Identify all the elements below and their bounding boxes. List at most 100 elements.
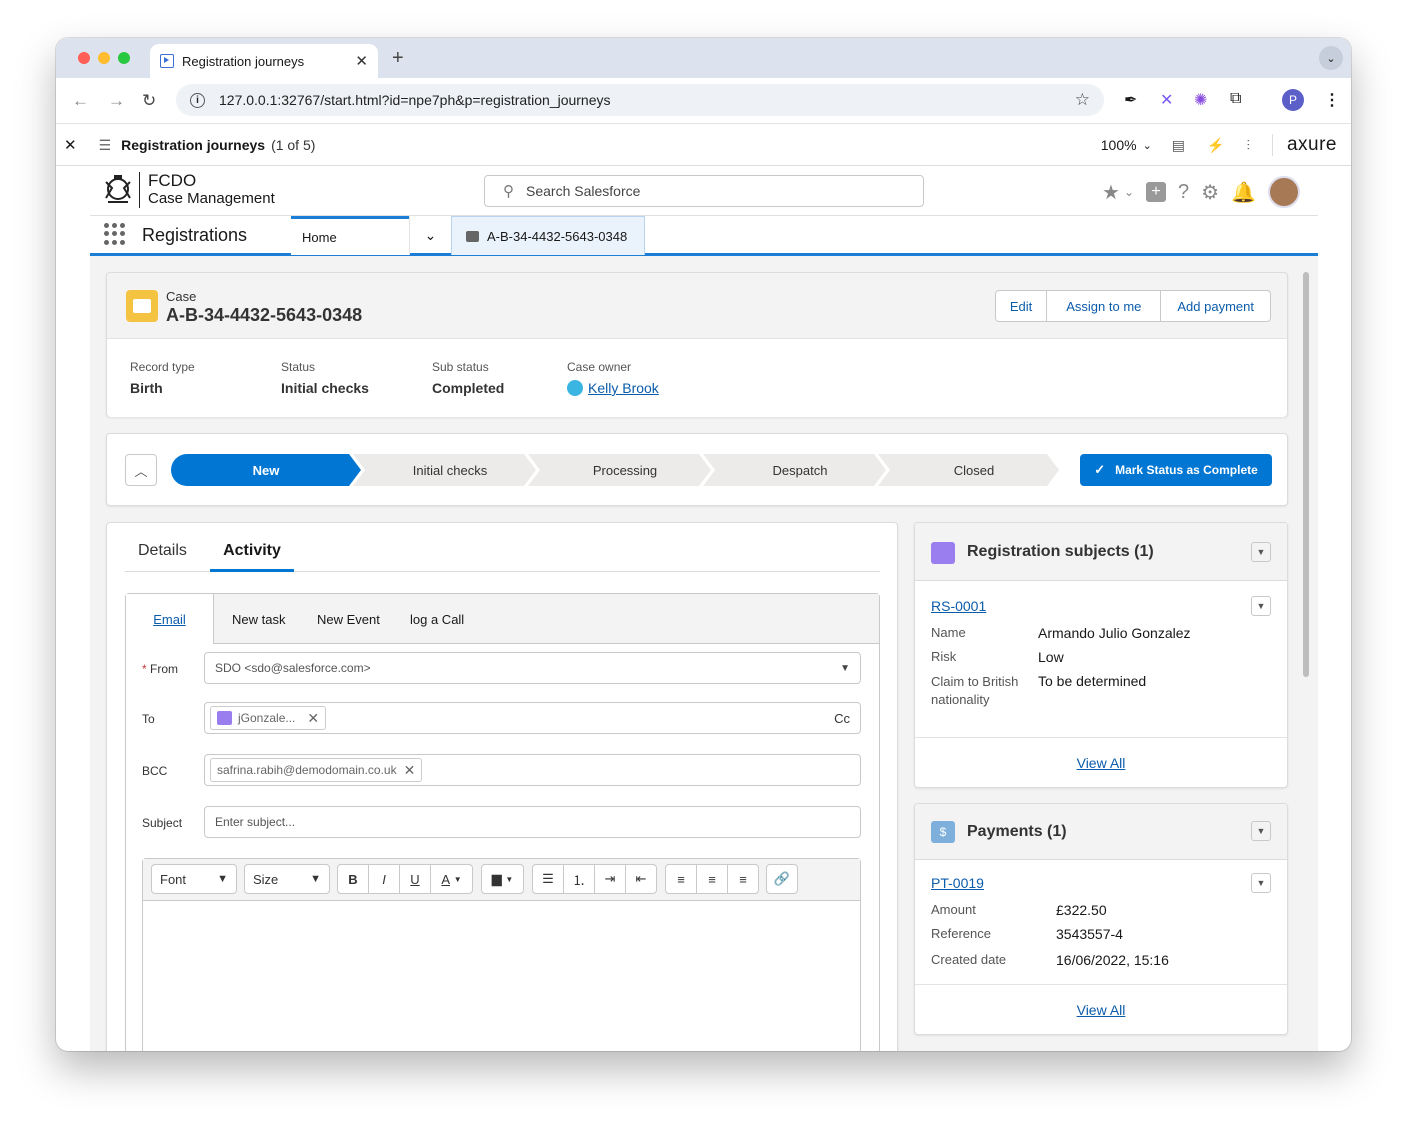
close-tab-icon[interactable]: ✕ (355, 52, 368, 70)
notifications-bell-icon[interactable]: 🔔 (1231, 180, 1256, 205)
from-select[interactable]: SDO <sdo@salesforce.com> ▼ (204, 652, 861, 684)
axure-page-title[interactable]: Registration journeys (121, 137, 265, 153)
indent-icon[interactable]: ⇥ (594, 864, 626, 894)
align-left-icon[interactable]: ≡ (665, 864, 697, 894)
subject-row-menu-icon[interactable]: ▼ (1251, 596, 1271, 616)
browser-menu-icon[interactable]: ⋮ (1324, 90, 1340, 110)
link-icon[interactable]: 🔗 (766, 864, 798, 894)
outdent-icon[interactable]: ⇤ (625, 864, 657, 894)
site-info-icon[interactable]: i (190, 92, 205, 108)
path-step-processing[interactable]: Processing (540, 454, 710, 486)
status-path: ︿ New Initial checks Processing Despatch… (106, 433, 1288, 506)
close-window-button[interactable] (78, 52, 90, 64)
help-icon[interactable]: ? (1178, 181, 1189, 204)
remove-recipient-icon[interactable]: ✕ (307, 710, 319, 727)
add-payment-button[interactable]: Add payment (1161, 290, 1271, 322)
cc-toggle[interactable]: Cc (834, 711, 850, 726)
global-search-input[interactable]: ⚲ Search Salesforce (484, 175, 924, 207)
subject-record-link[interactable]: RS-0001 (931, 598, 986, 614)
bookmark-star-icon[interactable]: ☆ (1075, 90, 1090, 110)
tab-search-chevron-icon[interactable]: ⌄ (1319, 46, 1343, 70)
remove-bcc-icon[interactable]: ✕ (404, 762, 416, 779)
setup-gear-icon[interactable]: ⚙ (1201, 180, 1219, 205)
app-launcher-icon[interactable] (104, 223, 126, 245)
settings-sliders-icon[interactable]: ⫶ (1246, 137, 1250, 154)
browser-tab[interactable]: Registration journeys ✕ (150, 44, 378, 78)
collapse-path-chevron-icon[interactable]: ︿ (125, 454, 157, 486)
align-right-icon[interactable]: ≡ (727, 864, 759, 894)
bcc-field[interactable]: safrina.rabih@demodomain.co.uk ✕ (204, 754, 861, 786)
tab-email[interactable]: Email (126, 594, 214, 644)
inspect-icon[interactable]: ⚡ (1207, 137, 1224, 154)
puzzle-color-extension-icon[interactable]: ✺ (1194, 90, 1207, 110)
field-sub-status: Sub status Completed (432, 360, 505, 396)
tab-log-a-call[interactable]: log a Call (410, 612, 464, 627)
close-player-icon[interactable]: ✕ (64, 136, 77, 154)
tab-details[interactable]: Details (138, 542, 187, 560)
minimize-window-button[interactable] (98, 52, 110, 64)
eyedropper-extension-icon[interactable]: ✒ (1124, 90, 1137, 110)
page-list-icon[interactable]: ☰ (99, 137, 112, 154)
bold-icon[interactable]: B (337, 864, 369, 894)
profile-avatar[interactable]: P (1282, 89, 1304, 111)
numbered-list-icon[interactable]: ⒈ (563, 864, 595, 894)
edit-button[interactable]: Edit (994, 290, 1048, 322)
path-step-closed[interactable]: Closed (890, 454, 1058, 486)
forward-arrow-icon[interactable]: → (108, 91, 125, 111)
reload-icon[interactable]: ↻ (142, 91, 156, 111)
favorites-chevron-icon[interactable]: ⌄ (1124, 185, 1134, 199)
underline-icon[interactable]: U (399, 864, 431, 894)
page-scrollbar[interactable] (1300, 272, 1312, 1051)
object-label: Case (166, 289, 197, 304)
x-extension-icon[interactable]: ✕ (1160, 90, 1173, 110)
bcc-recipient-pill[interactable]: safrina.rabih@demodomain.co.uk ✕ (210, 758, 423, 782)
size-select[interactable]: Size ▼ (244, 864, 330, 894)
payments-view-all[interactable]: View All (915, 984, 1287, 1034)
case-owner-link[interactable]: Kelly Brook (588, 380, 659, 396)
path-step-despatch[interactable]: Despatch (715, 454, 885, 486)
address-bar[interactable]: i 127.0.0.1:32767/start.html?id=npe7ph&p… (176, 84, 1104, 116)
assign-to-me-button[interactable]: Assign to me (1047, 290, 1162, 322)
zoom-window-button[interactable] (118, 52, 130, 64)
prototype-canvas: FCDO Case Management ⚲ Search Salesforce… (90, 166, 1318, 1051)
extensions-icon[interactable]: ⧉ (1230, 90, 1241, 108)
url-text: 127.0.0.1:32767/start.html?id=npe7ph&p=r… (219, 92, 611, 108)
mark-status-complete-button[interactable]: ✓ Mark Status as Complete (1080, 454, 1272, 486)
tab-new-task[interactable]: New task (232, 612, 285, 627)
text-color-icon[interactable]: A ▼ (430, 864, 473, 894)
align-center-icon[interactable]: ≡ (696, 864, 728, 894)
to-recipient-pill[interactable]: jGonzale... ✕ (210, 706, 327, 730)
path-step-new[interactable]: New (171, 454, 361, 486)
home-tab[interactable]: Home (291, 216, 409, 255)
tab-new-event[interactable]: New Event (317, 612, 380, 627)
global-actions-plus-icon[interactable]: + (1146, 182, 1167, 202)
record-tab[interactable]: A-B-34-4432-5643-0348 (451, 216, 645, 255)
email-body-editor[interactable] (143, 901, 860, 1051)
payment-row-menu-icon[interactable]: ▼ (1251, 873, 1271, 893)
to-field[interactable]: jGonzale... ✕ Cc (204, 702, 861, 734)
payments-menu-dropdown-icon[interactable]: ▼ (1251, 821, 1271, 841)
favorites-star-icon[interactable]: ★ (1102, 180, 1120, 205)
payments-title[interactable]: Payments (1) (967, 823, 1067, 841)
insert-image-icon[interactable]: ▆ ▼ (481, 864, 524, 894)
case-icon (126, 290, 158, 322)
subjects-menu-dropdown-icon[interactable]: ▼ (1251, 542, 1271, 562)
subjects-title[interactable]: Registration subjects (1) (967, 543, 1154, 561)
notes-icon[interactable]: ▤ (1172, 137, 1185, 154)
path-step-initial-checks[interactable]: Initial checks (365, 454, 535, 486)
axure-logo: axure (1271, 134, 1337, 156)
payment-record-link[interactable]: PT-0019 (931, 875, 984, 891)
italic-icon[interactable]: I (368, 864, 400, 894)
zoom-chevron-icon[interactable]: ⌄ (1143, 139, 1152, 152)
subject-input[interactable]: Enter subject... (204, 806, 861, 838)
zoom-level[interactable]: 100% (1101, 137, 1137, 153)
back-arrow-icon[interactable]: ← (72, 91, 89, 111)
new-tab-icon[interactable]: + (392, 47, 404, 70)
scrollbar-thumb[interactable] (1303, 272, 1309, 677)
nav-menu-chevron-icon[interactable]: ⌄ (409, 216, 451, 255)
font-select[interactable]: Font ▼ (151, 864, 237, 894)
user-avatar[interactable] (1268, 176, 1300, 208)
subjects-view-all[interactable]: View All (915, 737, 1287, 787)
tab-activity[interactable]: Activity (210, 542, 294, 572)
bullet-list-icon[interactable]: ☰ (532, 864, 564, 894)
